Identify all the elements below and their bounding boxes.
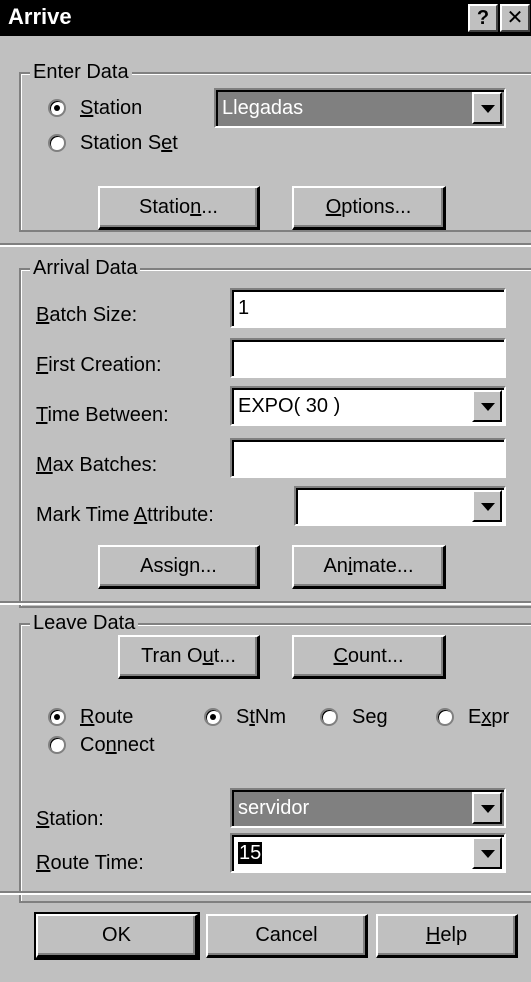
enter-data-legend: Enter Data	[30, 61, 132, 83]
radio-connect[interactable]	[48, 736, 66, 754]
radio-stnm[interactable]	[204, 708, 222, 726]
first-creation-input[interactable]	[230, 338, 506, 378]
mark-time-label: Mark Time Attribute:	[36, 504, 214, 526]
radio-route-label: Route	[80, 706, 134, 728]
leave-station-value: servidor	[238, 797, 310, 819]
window-title: Arrive	[8, 4, 72, 29]
time-between-value: EXPO( 30 )	[238, 395, 341, 417]
batch-size-label: Batch Size:	[36, 304, 138, 326]
divider	[0, 891, 531, 895]
radio-route[interactable]	[48, 708, 66, 726]
radio-stnm-label: StNm	[236, 706, 287, 728]
help-icon[interactable]: ?	[468, 4, 498, 32]
options-button[interactable]: Options...	[292, 186, 446, 230]
radio-station-label: Station	[80, 97, 143, 119]
radio-station-set[interactable]	[48, 134, 66, 152]
ok-button[interactable]: OK	[34, 912, 200, 960]
time-between-label: Time Between:	[36, 404, 169, 426]
animate-button[interactable]: Animate...	[292, 545, 446, 589]
station-button[interactable]: Station...	[98, 186, 260, 230]
enter-station-select[interactable]: Llegadas	[214, 88, 506, 128]
route-time-select[interactable]: 15	[230, 833, 506, 873]
chevron-down-icon[interactable]	[472, 92, 502, 124]
max-batches-label: Max Batches:	[36, 454, 158, 476]
chevron-down-icon[interactable]	[472, 837, 502, 869]
arrival-data-legend: Arrival Data	[30, 257, 141, 279]
radio-expr-label: Expr	[468, 706, 510, 728]
time-between-select[interactable]: EXPO( 30 )	[230, 386, 506, 426]
chevron-down-icon[interactable]	[472, 490, 502, 522]
divider	[0, 243, 531, 247]
leave-station-label: Station:	[36, 808, 104, 830]
cancel-button[interactable]: Cancel	[206, 914, 368, 958]
radio-station-set-label: Station Set	[80, 132, 178, 154]
close-icon[interactable]: ✕	[500, 4, 530, 32]
mark-time-select[interactable]	[294, 486, 506, 526]
first-creation-label: First Creation:	[36, 354, 162, 376]
title-bar[interactable]	[0, 0, 531, 36]
route-time-value: 15	[238, 842, 263, 864]
radio-expr[interactable]	[436, 708, 454, 726]
chevron-down-icon[interactable]	[472, 390, 502, 422]
radio-seg-label: Seg	[352, 706, 388, 728]
leave-station-select[interactable]: servidor	[230, 788, 506, 828]
assign-button[interactable]: Assign...	[98, 545, 260, 589]
radio-seg[interactable]	[320, 708, 338, 726]
tran-out-button[interactable]: Tran Out...	[118, 635, 260, 679]
chevron-down-icon[interactable]	[472, 792, 502, 824]
route-time-label: Route Time:	[36, 852, 144, 874]
divider	[0, 601, 531, 605]
radio-connect-label: Connect	[80, 734, 155, 756]
batch-size-input[interactable]: 1	[230, 288, 506, 328]
help-button[interactable]: Help	[376, 914, 518, 958]
leave-data-legend: Leave Data	[30, 612, 139, 634]
count-button[interactable]: Count...	[292, 635, 446, 679]
enter-station-value: Llegadas	[222, 97, 304, 119]
max-batches-input[interactable]	[230, 438, 506, 478]
radio-station[interactable]	[48, 99, 66, 117]
